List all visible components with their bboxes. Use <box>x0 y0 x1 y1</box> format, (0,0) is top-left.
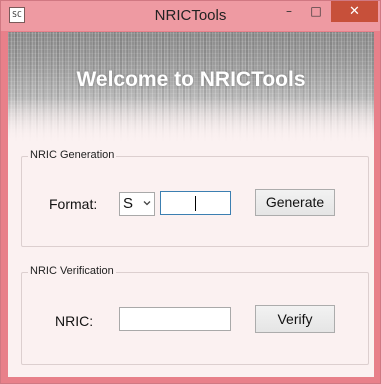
nric-generated-field[interactable] <box>160 191 231 215</box>
nric-generation-legend: NRIC Generation <box>28 149 117 161</box>
maximize-icon: □ <box>310 4 322 18</box>
client-area: Welcome to NRICTools NRIC Generation For… <box>8 32 374 377</box>
nric-verify-field[interactable] <box>119 307 231 331</box>
chevron-down-icon <box>143 201 151 206</box>
format-label: Format: <box>49 196 98 212</box>
generate-button[interactable]: Generate <box>255 189 335 216</box>
nric-verification-group: NRIC Verification NRIC: Verify <box>21 265 369 365</box>
verify-button[interactable]: Verify <box>255 305 335 333</box>
nric-label: NRIC: <box>55 313 94 329</box>
text-caret <box>195 196 196 211</box>
app-window: SC NRICTools – □ ✕ Welcome to NRICTools … <box>0 0 381 384</box>
header-banner: Welcome to NRICTools <box>8 32 374 142</box>
format-select-value: S <box>123 195 134 212</box>
minimize-button[interactable]: – <box>276 1 302 22</box>
close-icon: ✕ <box>349 4 360 19</box>
banner-title: Welcome to NRICTools <box>76 68 306 91</box>
nric-verification-legend: NRIC Verification <box>28 265 116 277</box>
nric-generation-group: NRIC Generation Format: S Generate <box>21 149 369 247</box>
banner-fade <box>8 97 374 142</box>
close-button[interactable]: ✕ <box>331 1 378 22</box>
format-select[interactable]: S <box>119 192 155 216</box>
minimize-icon: – <box>286 4 292 18</box>
maximize-button[interactable]: □ <box>303 1 329 22</box>
title-bar[interactable]: SC NRICTools – □ ✕ <box>1 1 380 31</box>
